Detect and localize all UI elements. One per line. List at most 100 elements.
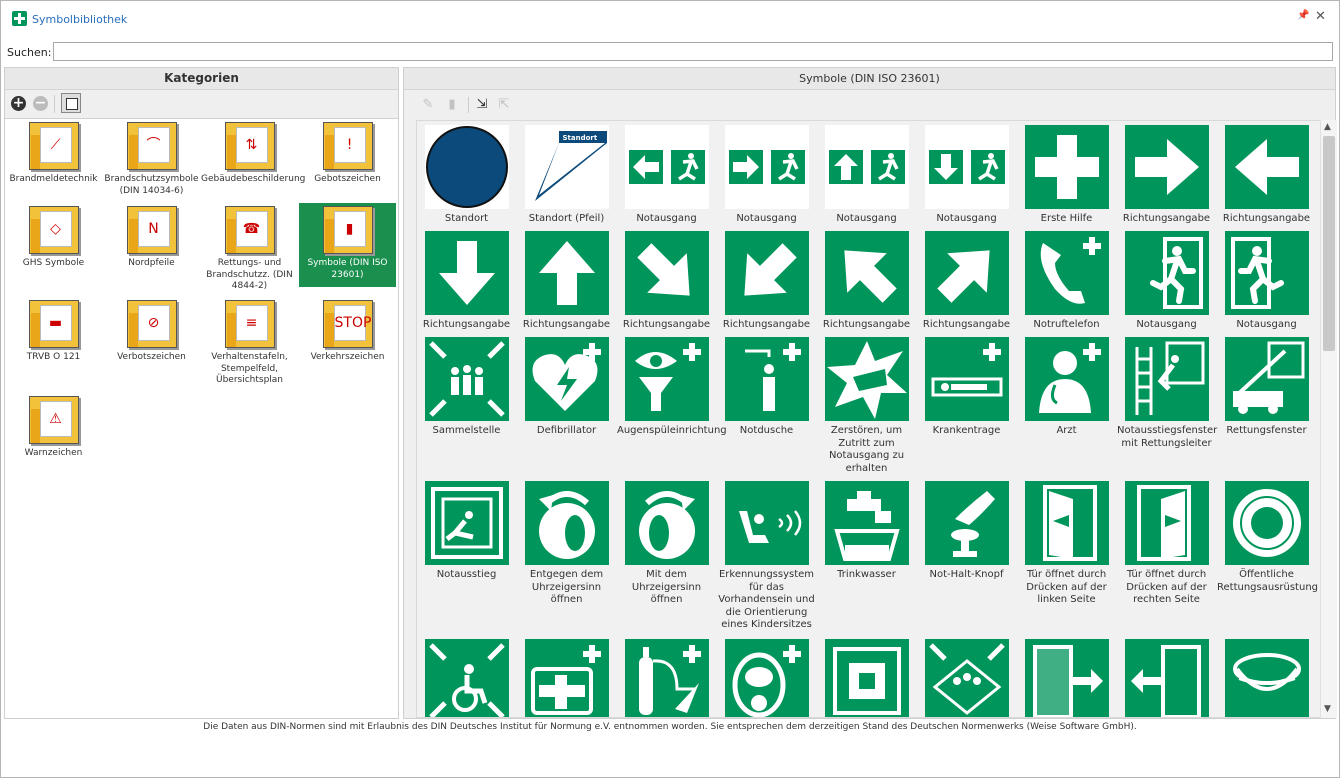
remove-category-button[interactable]: − [33, 96, 48, 111]
doctor-icon [1024, 337, 1109, 421]
category-label: Verkehrszeichen [310, 352, 385, 362]
category-item[interactable]: ! Gebotszeichen [299, 119, 396, 191]
symbol-item[interactable]: Öffentliche Rettungsausrüstung [1217, 481, 1318, 635]
symbol-item[interactable]: Entgegen dem Uhrzeigersinn öffnen [517, 481, 616, 635]
category-item[interactable]: STOP Verkehrszeichen [299, 297, 396, 379]
symbol-item[interactable] [517, 639, 616, 717]
symbol-label: Erste Hilfe [1040, 213, 1093, 224]
folder-emblem: ⌒ [137, 127, 170, 163]
symbol-item[interactable]: Standort [417, 125, 516, 227]
category-item[interactable]: ≡ Verhaltenstafeln, Stempelfeld, Übersich… [201, 297, 298, 389]
app-window: Symbolbibliothek 📌 ✕ Suchen: Kategorien … [0, 0, 1340, 778]
location-dot-icon [424, 125, 509, 209]
symbol-item[interactable]: Richtungsangabe [517, 231, 616, 333]
symbol-item[interactable]: Notausstiegsfenster mit Rettungsleiter [1117, 337, 1217, 477]
symbol-item[interactable]: Richtungsangabe [717, 231, 816, 333]
symbol-item[interactable]: Trinkwasser [817, 481, 916, 635]
symbol-item[interactable]: Sammelstelle [417, 337, 516, 477]
pencil-icon[interactable]: ✎ [420, 97, 436, 113]
symbol-item[interactable] [717, 639, 816, 717]
category-item[interactable]: ⌒ Brandschutzsymbole (DIN 14034-6) [103, 119, 200, 203]
category-label: Verbotszeichen [117, 352, 186, 362]
symbol-item[interactable]: Augenspüleinrichtung [617, 337, 727, 477]
symbol-item[interactable]: Notdusche [717, 337, 816, 477]
symbol-label: Notausgang [1136, 319, 1197, 330]
symbol-item[interactable]: Notausgang [617, 125, 716, 227]
symbol-item[interactable]: Tür öffnet durch Drücken auf der rechten… [1117, 481, 1216, 635]
window-title: Symbolbibliothek [32, 13, 128, 26]
search-input[interactable] [53, 42, 1333, 61]
category-item[interactable]: ⚠ Warnzeichen [5, 393, 102, 465]
symbol-item[interactable]: Notausgang [817, 125, 916, 227]
symbol-item[interactable] [917, 639, 1016, 717]
folder-icon: ▮ [322, 206, 373, 254]
category-item[interactable]: ⟋ Brandmeldetechnik [5, 119, 102, 191]
category-label: TRVB O 121 [26, 352, 81, 362]
symbol-item[interactable]: Notausstieg [417, 481, 516, 635]
symbol-item[interactable]: Erste Hilfe [1017, 125, 1116, 227]
folder-emblem: ⇅ [235, 127, 268, 163]
symbol-item[interactable]: Richtungsangabe [1117, 125, 1216, 227]
running-man-right-icon [1124, 231, 1209, 315]
symbol-item[interactable]: Notausgang [717, 125, 816, 227]
add-category-button[interactable]: + [11, 96, 26, 111]
trash-icon[interactable]: ▮ [444, 97, 460, 113]
symbol-item[interactable]: Richtungsangabe [1217, 125, 1316, 227]
symbols-header: Symbole (DIN ISO 23601) [404, 68, 1335, 90]
scroll-down-icon[interactable]: ▼ [1324, 704, 1331, 714]
symbol-item[interactable]: Krankentrage [917, 337, 1016, 477]
category-item[interactable]: ⇅ Gebäudebeschilderung [201, 119, 305, 203]
category-view-toggle-button[interactable] [61, 93, 81, 113]
folder-icon: STOP [322, 300, 373, 348]
pin-icon[interactable]: 📌 [1297, 10, 1309, 21]
symbol-item[interactable] [1017, 639, 1116, 717]
symbol-item[interactable]: Zerstören, um Zutritt zum Notausgang zu … [817, 337, 916, 477]
categories-header: Kategorien [5, 68, 398, 90]
turn-ccw-icon [524, 481, 609, 565]
import-icon[interactable]: ⇲ [474, 97, 490, 113]
category-item[interactable]: ⊘ Verbotszeichen [103, 297, 200, 379]
symbol-item[interactable]: Notausgang [1217, 231, 1316, 333]
category-item[interactable]: ◇ GHS Symbole [5, 203, 102, 287]
symbol-item[interactable]: Notausgang [1117, 231, 1216, 333]
category-label: Nordpfeile [128, 258, 175, 268]
symbol-item[interactable]: Tür öffnet durch Drücken auf der linken … [1017, 481, 1116, 635]
symbol-item[interactable]: Notruftelefon [1017, 231, 1116, 333]
scroll-up-icon[interactable]: ▲ [1324, 122, 1331, 132]
symbol-item[interactable]: Mit dem Uhrzeigersinn öffnen [617, 481, 716, 635]
close-icon[interactable]: ✕ [1315, 9, 1326, 24]
symbol-item[interactable] [1117, 639, 1216, 717]
symbol-item[interactable]: Richtungsangabe [617, 231, 716, 333]
symbol-label: Notausgang [736, 213, 797, 224]
categories-panel: Kategorien + − ⟋ Brandmeldetechnik ⌒ Brands… [4, 67, 399, 719]
symbol-label: Krankentrage [932, 425, 1001, 436]
symbol-item[interactable] [1217, 639, 1316, 717]
symbol-label: Notruftelefon [1033, 319, 1100, 330]
export-icon[interactable]: ⇱ [496, 97, 512, 113]
symbol-item[interactable] [617, 639, 716, 717]
first-aid-bag-icon [524, 639, 609, 717]
symbol-label: Richtungsangabe [1222, 213, 1311, 224]
symbol-label: Defibrillator [536, 425, 597, 436]
symbol-item[interactable]: Erkennungssystem für das Vorhandensein u… [717, 481, 816, 635]
symbol-item[interactable] [417, 639, 516, 717]
folder-emblem: ◇ [39, 211, 72, 247]
category-item[interactable]: ▮ Symbole (DIN ISO 23601) [299, 203, 396, 287]
symbol-item[interactable]: Notausgang [917, 125, 1016, 227]
symbol-item[interactable] [817, 639, 916, 717]
symbol-item[interactable]: Not-Halt-Knopf [917, 481, 1016, 635]
category-item[interactable]: ☎ Rettungs- und Brandschutzz. (DIN 4844-2… [201, 203, 298, 295]
folder-icon: ⊘ [126, 300, 177, 348]
symbol-item[interactable]: Richtungsangabe [917, 231, 1016, 333]
symbol-item[interactable]: Arzt [1017, 337, 1116, 477]
category-item[interactable]: N Nordpfeile [103, 203, 200, 287]
symbol-item[interactable]: Richtungsangabe [417, 231, 516, 333]
symbol-scrollbar[interactable]: ▲ ▼ [1320, 120, 1337, 718]
scroll-thumb[interactable] [1323, 136, 1335, 351]
symbol-item[interactable]: Standort Standort (Pfeil) [517, 125, 616, 227]
symbol-item[interactable]: Defibrillator [517, 337, 616, 477]
symbol-item[interactable]: Richtungsangabe [817, 231, 916, 333]
category-item[interactable]: ▬ TRVB O 121 [5, 297, 102, 379]
defibrillator-icon [524, 337, 609, 421]
symbol-item[interactable]: Rettungsfenster [1217, 337, 1316, 477]
